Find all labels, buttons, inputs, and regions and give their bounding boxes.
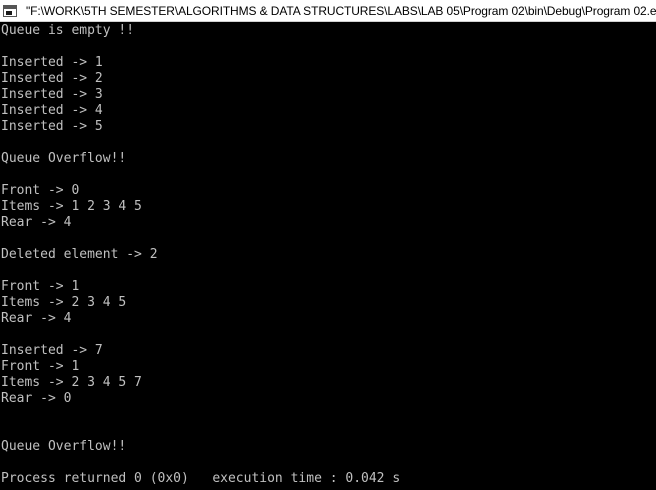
- console-line: Items -> 2 3 4 5: [1, 295, 127, 310]
- console-app-icon[interactable]: [3, 4, 17, 17]
- console-line: Inserted -> 1: [1, 55, 103, 70]
- console-line: Front -> 0: [1, 183, 80, 198]
- console-line: Items -> 1 2 3 4 5: [1, 199, 142, 214]
- window-title: "F:\WORK\5TH SEMESTER\ALGORITHMS & DATA …: [26, 3, 656, 18]
- console-window: "F:\WORK\5TH SEMESTER\ALGORITHMS & DATA …: [0, 0, 656, 490]
- console-line: Rear -> 4: [1, 215, 72, 230]
- console-line: Deleted element -> 2: [1, 247, 158, 262]
- console-line: Inserted -> 2: [1, 71, 103, 86]
- console-line: Queue Overflow!!: [1, 439, 127, 454]
- console-line: Front -> 1: [1, 279, 80, 294]
- console-line: Queue Overflow!!: [1, 151, 127, 166]
- console-line: Queue is empty !!: [1, 23, 135, 38]
- console-line: Items -> 2 3 4 5 7: [1, 375, 142, 390]
- console-line: Inserted -> 3: [1, 87, 103, 102]
- process-return-line: Process returned 0 (0x0) execution time …: [1, 471, 401, 486]
- console-line: Rear -> 4: [1, 311, 72, 326]
- console-output[interactable]: Queue is empty !! Inserted -> 1 Inserted…: [0, 23, 656, 490]
- console-line: Inserted -> 7: [1, 343, 103, 358]
- title-bar[interactable]: "F:\WORK\5TH SEMESTER\ALGORITHMS & DATA …: [0, 0, 656, 22]
- console-line: Rear -> 0: [1, 391, 72, 406]
- console-line: Inserted -> 4: [1, 103, 103, 118]
- console-line: Front -> 1: [1, 359, 80, 374]
- console-line: Inserted -> 5: [1, 119, 103, 134]
